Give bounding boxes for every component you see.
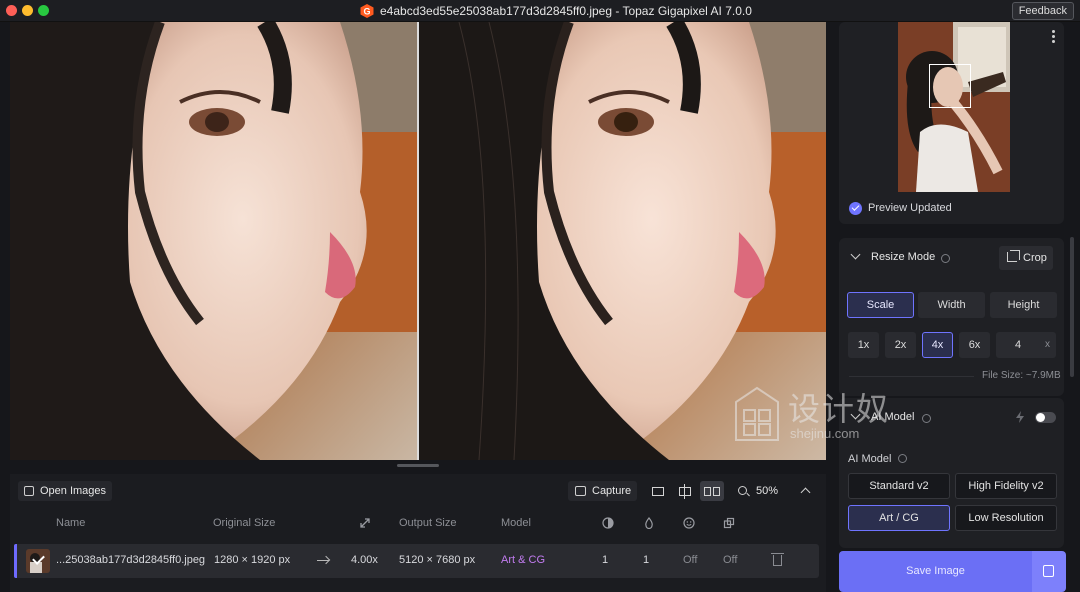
watermark-url: shejinu.com xyxy=(790,426,860,441)
info-icon[interactable] xyxy=(898,454,908,463)
model-art-cg[interactable]: Art / CG xyxy=(848,505,950,531)
lightning-icon[interactable] xyxy=(1015,411,1025,423)
resize-mode-title: Resize Mode xyxy=(871,251,936,263)
row-face-value: Off xyxy=(683,554,698,566)
ai-model-label-text: AI Model xyxy=(848,453,892,465)
row-droplet-value: 1 xyxy=(643,554,650,566)
panel-resize-handle[interactable] xyxy=(397,464,439,467)
column-header-model[interactable]: Model xyxy=(501,517,531,529)
single-view-button[interactable] xyxy=(646,481,670,501)
arrow-right-icon xyxy=(317,560,329,562)
scale-factor-6x[interactable]: 6x xyxy=(959,332,990,358)
capture-label: Capture xyxy=(592,485,632,497)
chevron-down-icon[interactable] xyxy=(850,249,861,260)
row-denoise-value: 1 xyxy=(602,554,609,566)
zoom-icon xyxy=(738,486,747,495)
delete-row-icon[interactable] xyxy=(771,553,784,566)
row-adjust-value: Off xyxy=(723,554,738,566)
model-high-fidelity-v2[interactable]: High Fidelity v2 xyxy=(955,473,1057,499)
adjustments-icon xyxy=(723,517,735,529)
navigator-thumbnail[interactable] xyxy=(898,22,1010,192)
watermark: 设计奴 shejinu.com xyxy=(734,386,894,446)
face-icon xyxy=(683,517,695,529)
denoise-icon xyxy=(602,517,614,529)
watermark-text: 设计奴 xyxy=(788,391,891,427)
image-queue-panel: Open Images Capture 50% Name Original Si… xyxy=(10,474,826,592)
resize-mode-height[interactable]: Height xyxy=(990,292,1057,318)
preview-status-text: Preview Updated xyxy=(868,202,952,214)
navigator-viewport-box[interactable] xyxy=(929,64,971,108)
save-image-button[interactable]: Save Image xyxy=(839,551,1032,592)
crop-label: Crop xyxy=(1023,252,1047,264)
watermark-logo xyxy=(735,386,779,441)
scale-factor-2x[interactable]: 2x xyxy=(885,332,916,358)
scale-factor-1x[interactable]: 1x xyxy=(848,332,879,358)
column-header-name[interactable]: Name xyxy=(56,517,85,529)
crop-icon xyxy=(1007,250,1020,262)
topaz-logo-icon: G xyxy=(360,4,374,18)
collapse-panel-button[interactable] xyxy=(796,481,816,501)
resize-mode-width[interactable]: Width xyxy=(918,292,985,318)
queue-toolbar: Open Images Capture 50% xyxy=(10,474,826,506)
droplet-icon xyxy=(645,517,653,529)
minimize-window-button[interactable] xyxy=(22,5,33,16)
close-window-button[interactable] xyxy=(6,5,17,16)
expand-arrows-icon xyxy=(360,518,370,528)
column-header-output-size[interactable]: Output Size xyxy=(399,517,456,529)
original-image-pane[interactable] xyxy=(10,22,417,460)
open-images-button[interactable]: Open Images xyxy=(18,481,113,501)
resize-mode-scale[interactable]: Scale xyxy=(847,292,914,318)
settings-scrollbar[interactable] xyxy=(1070,237,1074,377)
column-header-original-size[interactable]: Original Size xyxy=(213,517,275,529)
title-bar: G e4abcd3ed55e25038ab177d3d2845ff0.jpeg … xyxy=(0,0,1080,22)
divider xyxy=(849,376,974,377)
feedback-button[interactable]: Feedback xyxy=(1011,2,1074,20)
row-original-size: 1280 × 1920 px xyxy=(214,554,291,566)
window-title: e4abcd3ed55e25038ab177d3d2845ff0.jpeg - … xyxy=(380,4,752,18)
open-images-label: Open Images xyxy=(40,485,107,497)
crop-button[interactable]: Crop xyxy=(999,246,1053,270)
custom-scale-suffix: x xyxy=(1045,339,1050,350)
split-view-button[interactable] xyxy=(673,481,697,501)
save-options-button[interactable] xyxy=(1032,551,1066,592)
custom-scale-input[interactable]: 4 x xyxy=(996,332,1056,358)
side-by-side-view-button[interactable] xyxy=(700,481,724,501)
image-icon xyxy=(24,486,34,496)
camera-icon xyxy=(575,486,586,496)
capture-button[interactable]: Capture xyxy=(568,481,638,501)
row-filename: ...25038ab177d3d2845ff0.jpeg xyxy=(56,554,206,566)
original-photo xyxy=(10,22,417,460)
file-size: File Size: ~7.9MB xyxy=(982,370,1061,381)
info-icon[interactable] xyxy=(922,414,931,423)
row-selected-indicator xyxy=(14,544,17,578)
comparison-divider[interactable] xyxy=(417,22,419,460)
info-icon[interactable] xyxy=(941,254,950,263)
maximize-window-button[interactable] xyxy=(38,5,49,16)
model-low-resolution[interactable]: Low Resolution xyxy=(955,505,1057,531)
preview-status: Preview Updated xyxy=(849,202,952,215)
custom-scale-value: 4 xyxy=(1015,339,1022,351)
model-standard-v2[interactable]: Standard v2 xyxy=(848,473,950,499)
row-model: Art & CG xyxy=(501,554,546,566)
ai-model-label: AI Model xyxy=(848,453,908,465)
more-options-icon[interactable] xyxy=(1052,30,1056,44)
table-row[interactable]: ...25038ab177d3d2845ff0.jpeg 1280 × 1920… xyxy=(14,544,819,578)
zoom-level: 50% xyxy=(756,485,779,497)
check-circle-icon xyxy=(849,202,862,215)
save-settings-icon xyxy=(1043,565,1054,577)
row-output-size: 5120 × 7680 px xyxy=(399,554,476,566)
settings-panel: Preview Updated Resize Mode Crop Scale W… xyxy=(836,22,1080,592)
resize-mode-card: Resize Mode Crop Scale Width Height 1x 2… xyxy=(839,238,1064,396)
navigator-card: Preview Updated xyxy=(839,22,1064,224)
zoom-control[interactable]: 50% xyxy=(738,481,778,501)
scale-factor-4x[interactable]: 4x xyxy=(922,332,953,358)
image-viewer[interactable] xyxy=(10,22,826,460)
row-scale: 4.00x xyxy=(351,554,378,566)
ai-model-toggle[interactable] xyxy=(1035,412,1056,423)
svg-text:G: G xyxy=(363,7,370,17)
